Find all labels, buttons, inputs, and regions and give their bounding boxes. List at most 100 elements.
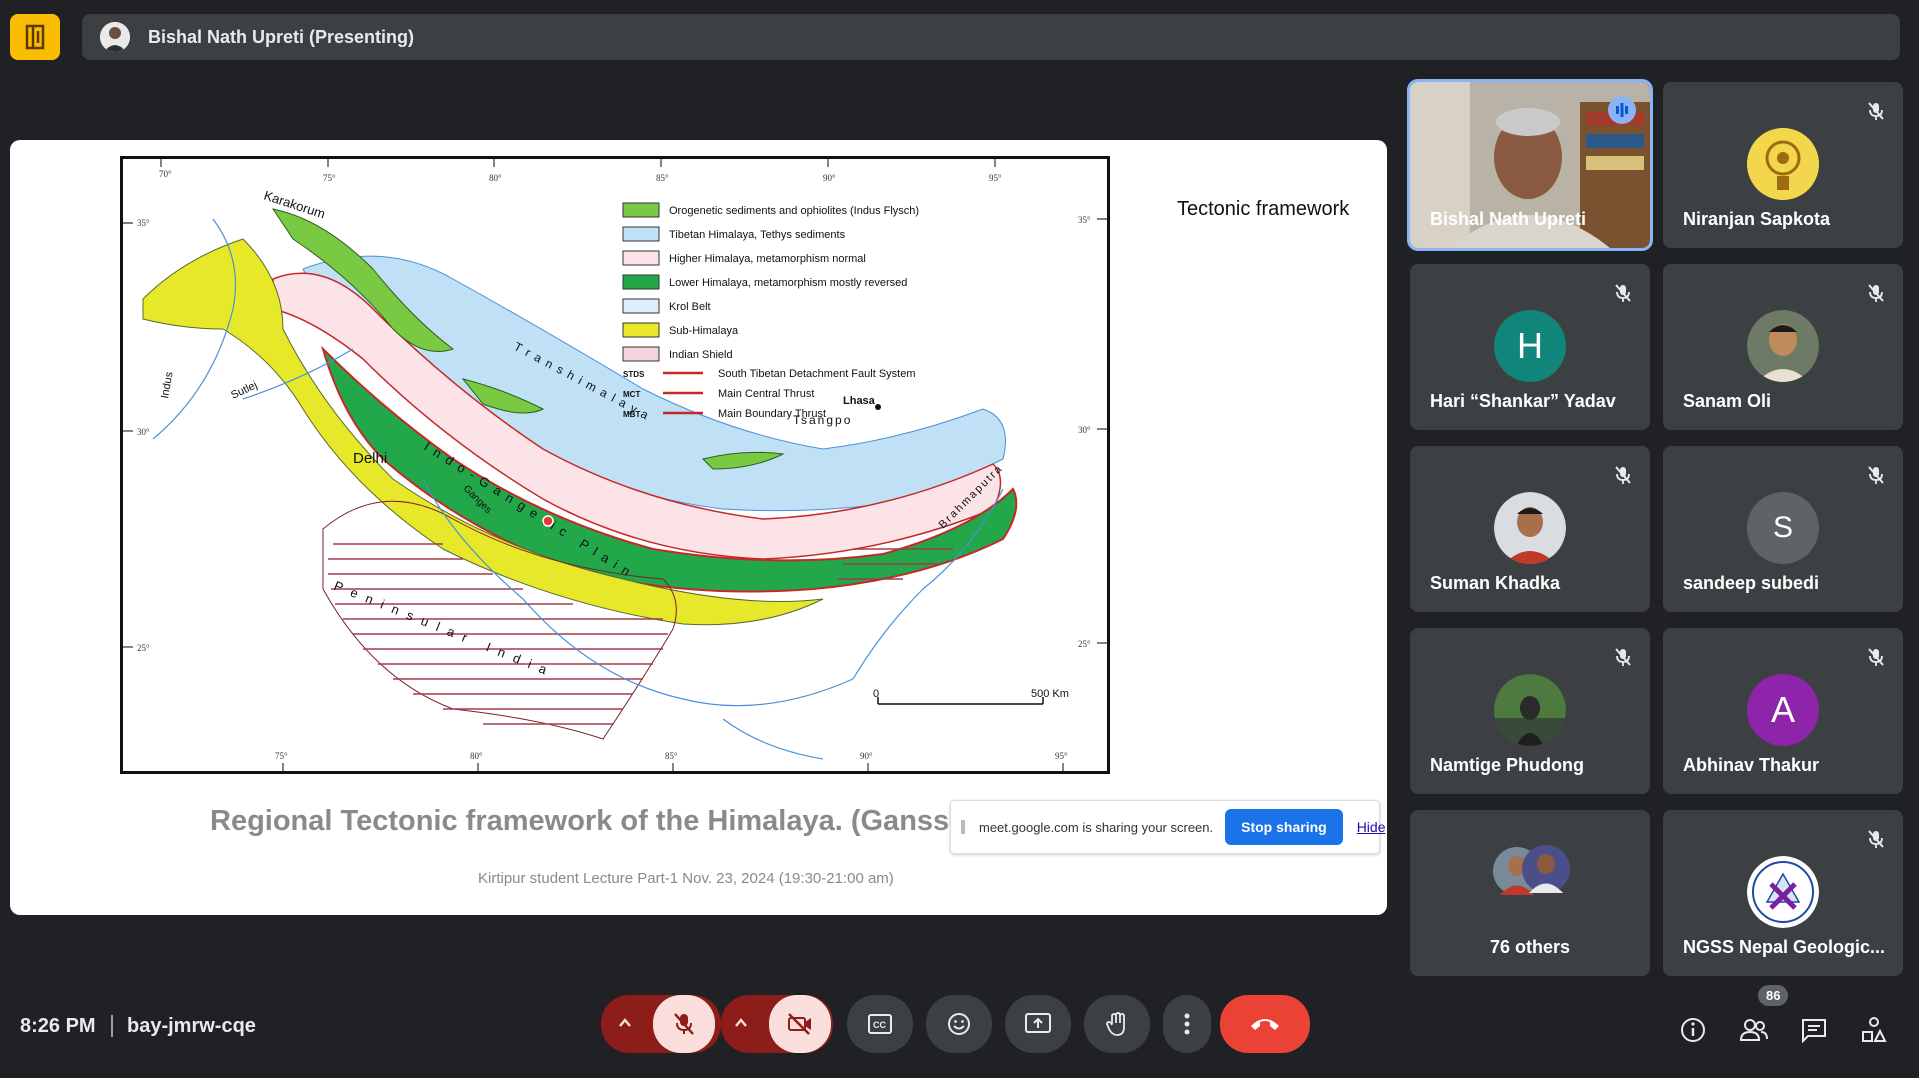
- participant-tile[interactable]: A Abhinav Thakur: [1663, 628, 1903, 794]
- slide-subtitle: Kirtipur student Lecture Part-1 Nov. 23,…: [478, 870, 894, 887]
- audio-options-chevron-icon[interactable]: [615, 1013, 635, 1038]
- meeting-details-button[interactable]: [1675, 1012, 1711, 1048]
- participant-name: Bishal Nath Upreti: [1430, 209, 1587, 229]
- mic-off-icon: [1865, 828, 1887, 850]
- lon-tick: 80°: [489, 173, 502, 183]
- mic-off-icon: [674, 1013, 694, 1035]
- lat-tick: 30°: [137, 427, 150, 437]
- participant-tile[interactable]: Sanam Oli: [1663, 264, 1903, 430]
- chat-icon: [1802, 1019, 1826, 1043]
- slide-heading: Tectonic framework: [1177, 198, 1350, 220]
- tectonic-map: 70° 75° 80° 85° 90° 95° 35° 30° 25° 35° …: [120, 156, 1110, 774]
- lon-tick: 75°: [275, 751, 288, 761]
- presenter-avatar: [100, 22, 130, 52]
- hand-icon: [1106, 1012, 1125, 1036]
- label-lhasa: Lhasa: [843, 395, 876, 407]
- video-controls: [721, 995, 833, 1053]
- camera-toggle-button[interactable]: [769, 995, 831, 1053]
- captions-icon: CC: [868, 1014, 892, 1034]
- participant-tile[interactable]: Bishal Nath Upreti: [1407, 79, 1653, 251]
- lon-tick: 75°: [323, 173, 336, 183]
- participant-name: NGSS Nepal Geologic...: [1683, 937, 1886, 957]
- present-button[interactable]: [1005, 995, 1071, 1053]
- participant-tile[interactable]: NGSS Nepal Geologic...: [1663, 810, 1903, 976]
- legend-label: Tibetan Himalaya, Tethys sediments: [669, 229, 846, 241]
- mic-off-icon: [1865, 464, 1887, 486]
- camera-off-icon: [788, 1013, 811, 1035]
- activities-button[interactable]: [1856, 1012, 1892, 1048]
- lon-tick: 95°: [1055, 751, 1068, 761]
- participant-name: Namtige Phudong: [1430, 755, 1584, 775]
- emoji-icon: [948, 1013, 970, 1035]
- scale-label: 500 Km: [1031, 688, 1069, 700]
- lon-tick: 90°: [860, 751, 873, 761]
- lon-tick: 85°: [665, 751, 678, 761]
- participant-tile[interactable]: Niranjan Sapkota: [1663, 82, 1903, 248]
- fault-code: MBT: [623, 410, 640, 419]
- participant-avatar: [1494, 674, 1566, 746]
- legend-label: Lower Himalaya, metamorphism mostly reve…: [669, 277, 907, 289]
- clock: 8:26 PM: [20, 1015, 96, 1037]
- present-screen-icon: [1025, 1013, 1051, 1033]
- participant-avatar: [1747, 310, 1819, 382]
- lon-tick: 80°: [470, 751, 483, 761]
- mic-off-icon: [1612, 646, 1634, 668]
- raise-hand-button[interactable]: [1084, 995, 1150, 1053]
- captions-button[interactable]: CC: [847, 995, 913, 1053]
- lat-tick: 25°: [137, 643, 150, 653]
- bottom-control-bar: 8:26 PM bay-jmrw-cqe CC 86: [0, 985, 1919, 1065]
- video-options-chevron-icon[interactable]: [731, 1013, 751, 1038]
- lat-tick: 35°: [1078, 215, 1091, 225]
- participant-avatar: [1747, 856, 1819, 928]
- hide-banner-link[interactable]: Hide: [1357, 819, 1386, 835]
- legend-label: Indian Shield: [669, 349, 733, 361]
- participant-name: Niranjan Sapkota: [1683, 209, 1831, 229]
- participant-tile[interactable]: S sandeep subedi: [1663, 446, 1903, 612]
- presenter-bar[interactable]: Bishal Nath Upreti (Presenting): [82, 14, 1900, 60]
- hang-up-icon: [1251, 1019, 1279, 1030]
- participant-tile[interactable]: H Hari “Shankar” Yadav: [1410, 264, 1650, 430]
- participant-name: Suman Khadka: [1430, 573, 1561, 593]
- fault-label: Main Central Thrust: [718, 388, 814, 400]
- label-delhi: Delhi: [353, 450, 387, 467]
- others-avatars: [1490, 844, 1580, 898]
- leave-call-button[interactable]: [1220, 995, 1310, 1053]
- chat-button[interactable]: [1796, 1012, 1832, 1048]
- label-peninsular-india: Peninsular India: [332, 578, 558, 681]
- participant-name: Hari “Shankar” Yadav: [1430, 391, 1616, 411]
- people-button[interactable]: [1736, 1012, 1772, 1048]
- mic-off-icon: [1865, 100, 1887, 122]
- shared-screen: 70° 75° 80° 85° 90° 95° 35° 30° 25° 35° …: [10, 140, 1387, 915]
- others-tile[interactable]: 76 others: [1410, 810, 1650, 976]
- scale-zero: 0: [873, 688, 879, 700]
- lat-tick: 25°: [1078, 639, 1091, 649]
- people-icon: [1739, 1019, 1768, 1041]
- legend-label: Higher Himalaya, metamorphism normal: [669, 253, 866, 265]
- more-vert-icon: [1184, 1013, 1190, 1035]
- meeting-code: bay-jmrw-cqe: [127, 1015, 256, 1037]
- info-icon: [1681, 1018, 1705, 1042]
- participant-tile[interactable]: Suman Khadka: [1410, 446, 1650, 612]
- mic-toggle-button[interactable]: [653, 995, 715, 1053]
- participant-avatar: A: [1747, 674, 1819, 746]
- participant-name: Abhinav Thakur: [1683, 755, 1820, 775]
- legend-label: Orogenetic sediments and ophiolites (Ind…: [669, 205, 919, 217]
- activities-icon: [1862, 1017, 1887, 1042]
- stop-sharing-button[interactable]: Stop sharing: [1225, 809, 1343, 845]
- lon-tick: 85°: [656, 173, 669, 183]
- reactions-button[interactable]: [926, 995, 992, 1053]
- meet-logo-icon[interactable]: [10, 14, 60, 60]
- mic-off-icon: [1865, 282, 1887, 304]
- participant-tile[interactable]: Namtige Phudong: [1410, 628, 1650, 794]
- participant-avatar: [1494, 492, 1566, 564]
- speaking-indicator-icon: [1608, 96, 1636, 124]
- others-count-label: 76 others: [1490, 937, 1571, 957]
- more-options-button[interactable]: [1163, 995, 1211, 1053]
- mic-off-icon: [1612, 464, 1634, 486]
- participant-avatar: S: [1747, 492, 1819, 564]
- drag-grip-icon[interactable]: [961, 820, 965, 834]
- legend-label: Sub-Himalaya: [669, 325, 739, 337]
- legend-label: Krol Belt: [669, 301, 711, 313]
- mic-off-icon: [1612, 282, 1634, 304]
- slide-title: Regional Tectonic framework of the Himal…: [210, 805, 966, 837]
